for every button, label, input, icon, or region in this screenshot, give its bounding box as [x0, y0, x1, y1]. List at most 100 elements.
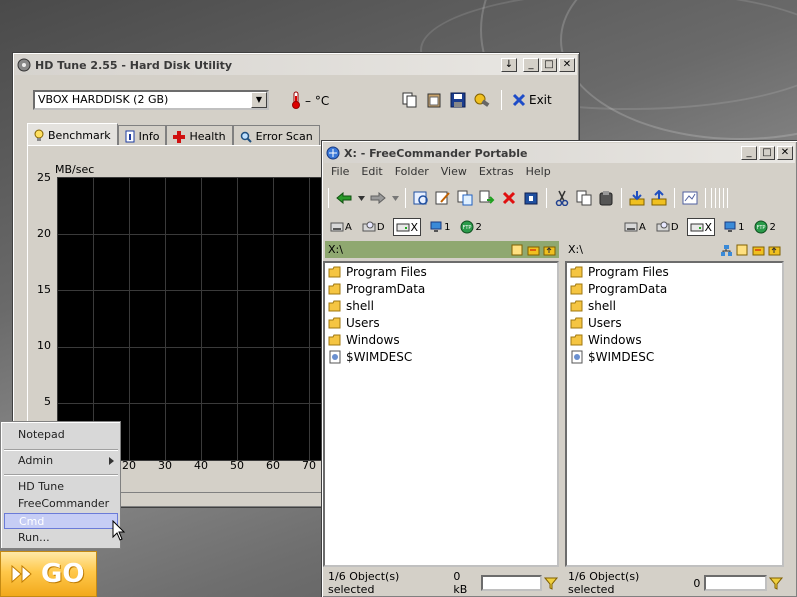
- history-icon[interactable]: [527, 244, 540, 256]
- menu-item-hdtune[interactable]: HD Tune: [4, 479, 118, 495]
- tab-benchmark[interactable]: Benchmark: [27, 123, 118, 145]
- left-quick-filter-input[interactable]: [480, 575, 542, 591]
- history-icon[interactable]: [752, 244, 765, 256]
- drive-label: 1: [444, 221, 451, 233]
- chevron-down-icon[interactable]: ▼: [251, 92, 267, 108]
- download-icon[interactable]: [627, 188, 647, 208]
- menu-folder[interactable]: Folder: [389, 163, 435, 181]
- thermometer-icon: [292, 91, 300, 109]
- menu-edit[interactable]: Edit: [355, 163, 388, 181]
- menu-separator: [4, 474, 118, 476]
- go-button[interactable]: GO: [0, 551, 97, 597]
- menu-item-label: FreeCommander: [18, 497, 110, 510]
- delete-icon[interactable]: [499, 188, 519, 208]
- drive-ftp-2[interactable]: FTP 2: [752, 218, 777, 236]
- y-tick-label: 25: [37, 171, 51, 184]
- left-status-bar: 1/6 Object(s) selected 0 kB: [325, 570, 559, 596]
- right-file-list[interactable]: Program Files ProgramData shell Users Window…: [565, 261, 784, 567]
- back-history-chevron-icon[interactable]: [356, 188, 366, 208]
- network-tree-icon[interactable]: [720, 244, 733, 256]
- menu-item-notepad[interactable]: Notepad: [4, 427, 118, 443]
- copy-icon[interactable]: [401, 91, 419, 109]
- list-item[interactable]: Windows: [567, 331, 782, 348]
- compare-icon[interactable]: [680, 188, 700, 208]
- tab-info[interactable]: Info: [117, 125, 167, 145]
- clipboard-icon[interactable]: [425, 91, 443, 109]
- bookmark-icon[interactable]: [511, 244, 524, 256]
- list-item[interactable]: Windows: [325, 331, 557, 348]
- paste-icon[interactable]: [596, 188, 616, 208]
- drive-ftp-2[interactable]: FTP 2: [458, 218, 483, 236]
- window-title: HD Tune 2.55 - Hard Disk Utility: [35, 58, 233, 72]
- menu-view[interactable]: View: [435, 163, 473, 181]
- menu-help[interactable]: Help: [520, 163, 557, 181]
- folder-icon: [328, 317, 341, 328]
- drive-network-1[interactable]: 1: [721, 218, 746, 236]
- copy-icon[interactable]: [574, 188, 594, 208]
- pack-icon[interactable]: [521, 188, 541, 208]
- drive-x[interactable]: X: [686, 218, 716, 236]
- upload-icon[interactable]: [649, 188, 669, 208]
- disk-select-value: VBOX HARDDISK (2 GB): [38, 93, 169, 106]
- arrow-down-button[interactable]: ↓: [501, 58, 517, 72]
- back-arrow-icon[interactable]: [334, 188, 354, 208]
- close-button[interactable]: ✕: [777, 146, 793, 160]
- close-button[interactable]: ✕: [559, 58, 575, 72]
- menu-extras[interactable]: Extras: [473, 163, 520, 181]
- folder-icon: [570, 283, 583, 294]
- exit-button[interactable]: Exit: [512, 93, 552, 107]
- list-item[interactable]: Users: [325, 314, 557, 331]
- right-status-bar: 1/6 Object(s) selected 0: [565, 570, 784, 596]
- copy-files-icon[interactable]: [455, 188, 475, 208]
- move-files-icon[interactable]: [477, 188, 497, 208]
- list-item[interactable]: ProgramData: [567, 280, 782, 297]
- right-path-bar[interactable]: X:\: [565, 241, 784, 258]
- folder-up-icon[interactable]: [543, 244, 556, 256]
- drive-d[interactable]: D: [654, 218, 681, 236]
- list-item[interactable]: Program Files: [567, 263, 782, 280]
- menu-item-run[interactable]: Run...: [4, 530, 118, 546]
- list-item[interactable]: ProgramData: [325, 280, 557, 297]
- filter-icon[interactable]: [543, 576, 559, 590]
- view-icon[interactable]: [411, 188, 431, 208]
- maximize-button[interactable]: □: [759, 146, 775, 160]
- right-quick-filter-input[interactable]: [704, 575, 767, 591]
- list-item[interactable]: shell: [325, 297, 557, 314]
- maximize-button[interactable]: □: [541, 58, 557, 72]
- cut-icon[interactable]: [552, 188, 572, 208]
- left-file-list[interactable]: Program Files ProgramData shell Users Window…: [323, 261, 559, 567]
- left-path-bar[interactable]: X:\: [325, 241, 559, 258]
- forward-arrow-icon[interactable]: [368, 188, 388, 208]
- drive-network-1[interactable]: 1: [427, 218, 452, 236]
- list-item[interactable]: $WIMDESC: [325, 348, 557, 365]
- menu-item-admin[interactable]: Admin: [4, 453, 118, 469]
- drive-d[interactable]: D: [360, 218, 387, 236]
- left-status-text: 1/6 Object(s) selected: [328, 570, 400, 596]
- bookmark-icon[interactable]: [736, 244, 749, 256]
- list-item[interactable]: shell: [567, 297, 782, 314]
- save-icon[interactable]: [449, 91, 467, 109]
- drive-label: A: [639, 221, 646, 233]
- menu-item-freecommander[interactable]: FreeCommander: [4, 496, 118, 512]
- menu-item-cmd[interactable]: Cmd: [4, 513, 118, 529]
- list-item[interactable]: Users: [567, 314, 782, 331]
- list-item[interactable]: $WIMDESC: [567, 348, 782, 365]
- freecommander-titlebar[interactable]: X: - FreeCommander Portable _ □ ✕: [324, 143, 795, 163]
- options-icon[interactable]: [473, 91, 491, 109]
- drive-label: 1: [738, 221, 745, 233]
- folder-up-icon[interactable]: [768, 244, 781, 256]
- drive-a[interactable]: A: [328, 218, 354, 236]
- tab-error-scan[interactable]: Error Scan: [232, 125, 320, 145]
- minimize-button[interactable]: _: [741, 146, 757, 160]
- drive-a[interactable]: A: [622, 218, 648, 236]
- menu-file[interactable]: File: [325, 163, 355, 181]
- tab-health[interactable]: Health: [166, 125, 233, 145]
- edit-icon[interactable]: [433, 188, 453, 208]
- disk-select[interactable]: VBOX HARDDISK (2 GB) ▼: [33, 90, 269, 110]
- minimize-button[interactable]: _: [523, 58, 539, 72]
- filter-icon[interactable]: [768, 576, 784, 590]
- list-item[interactable]: Program Files: [325, 263, 557, 280]
- forward-history-chevron-icon[interactable]: [390, 188, 400, 208]
- hdtune-titlebar[interactable]: HD Tune 2.55 - Hard Disk Utility ↓ _ □ ✕: [15, 55, 577, 75]
- drive-x[interactable]: X: [392, 218, 422, 236]
